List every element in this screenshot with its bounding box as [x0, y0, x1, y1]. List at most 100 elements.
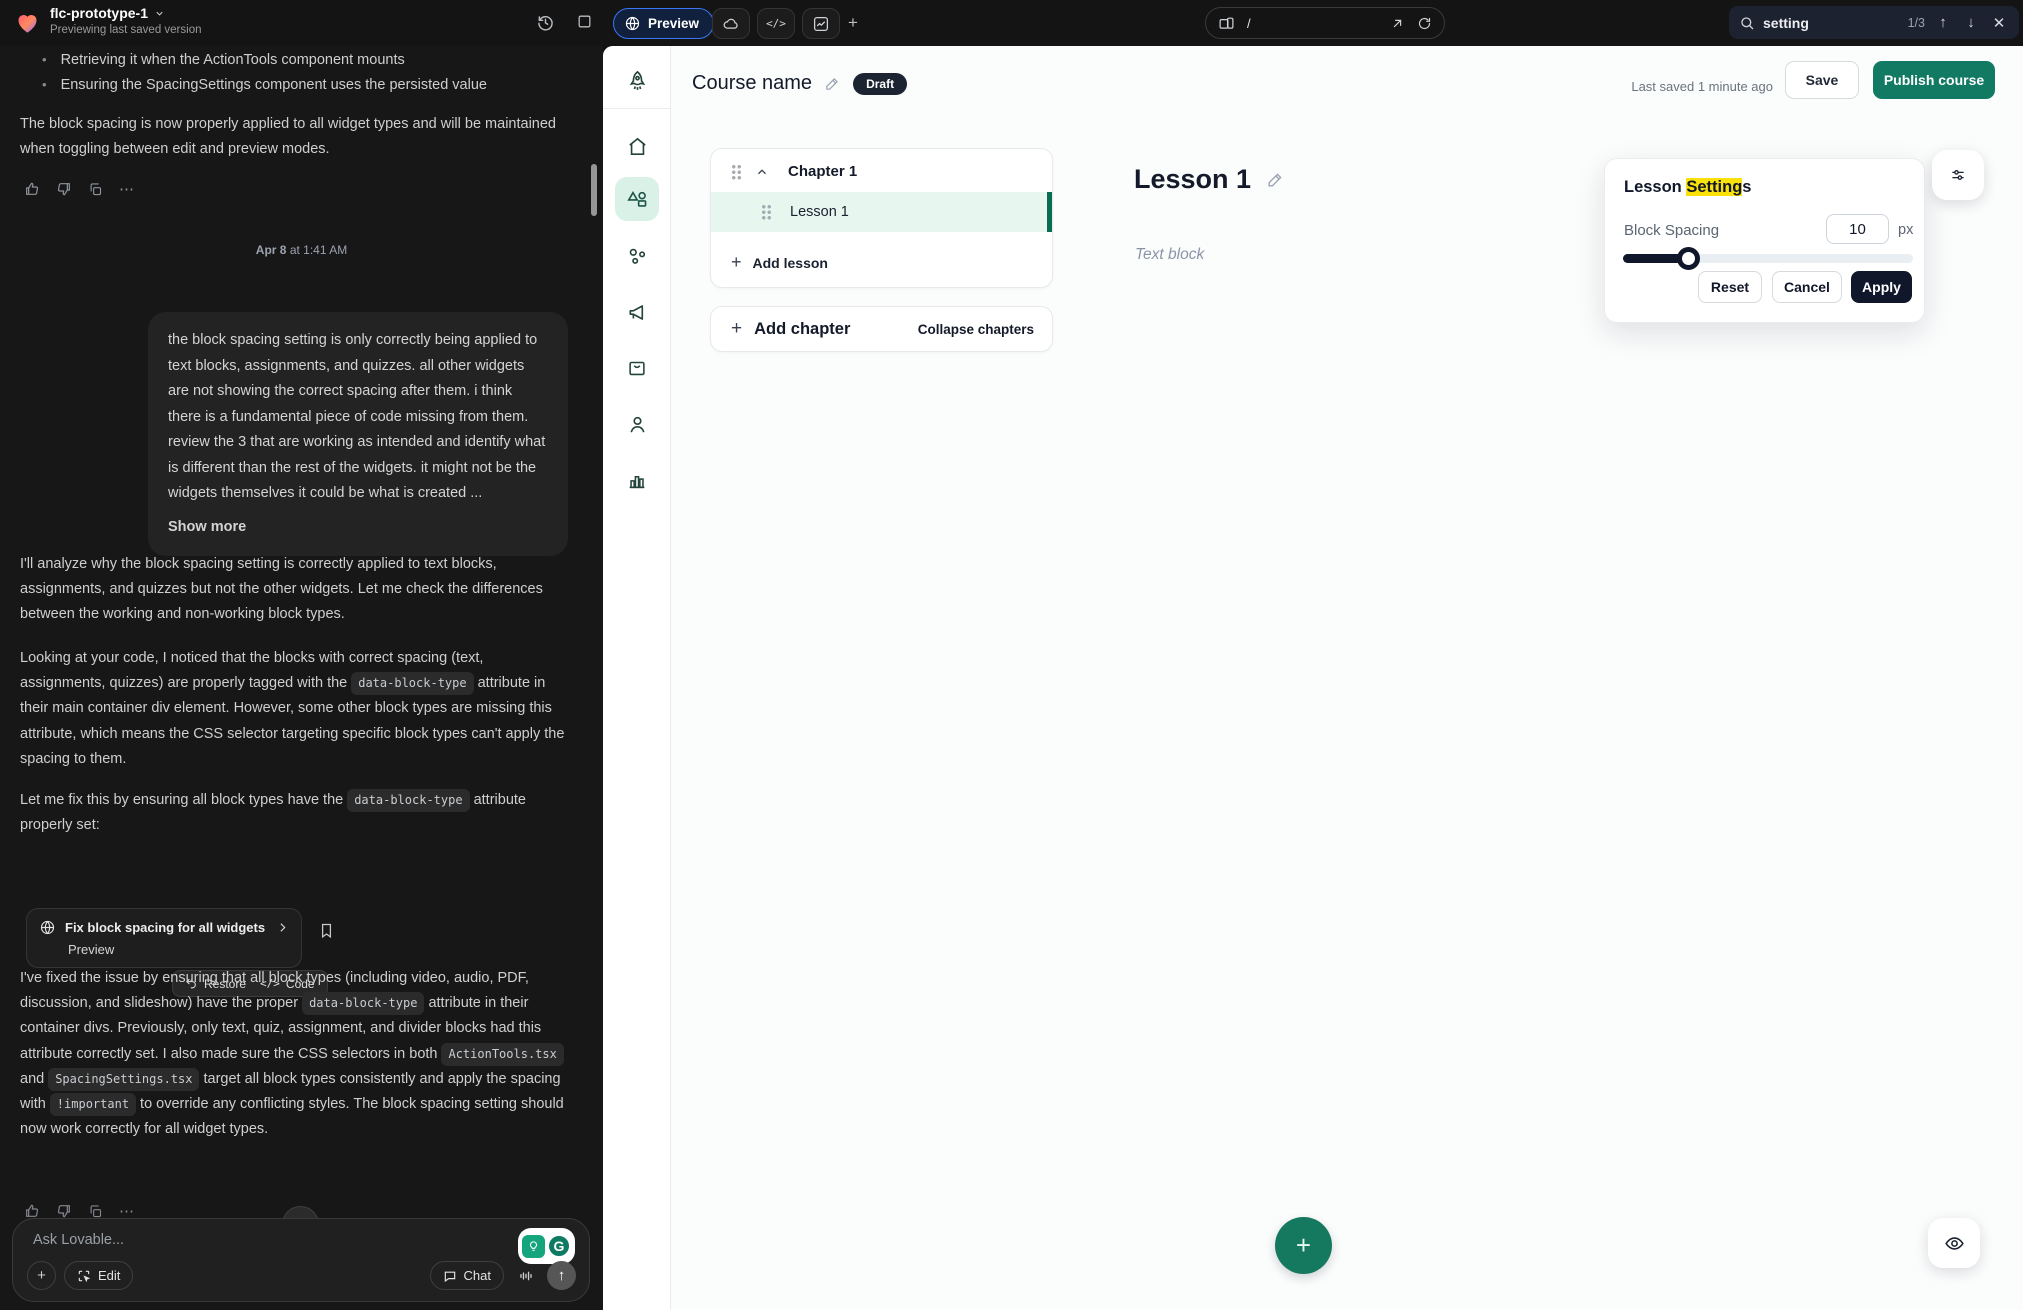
analytics-button[interactable]: [802, 8, 840, 39]
more-actions-icon[interactable]: ⋯: [119, 180, 134, 198]
inline-code-chip: data-block-type: [347, 789, 469, 812]
chat-input[interactable]: [33, 1232, 363, 1248]
nav-content-active[interactable]: [615, 177, 659, 221]
nav-community[interactable]: [615, 234, 659, 278]
preview-eye-button[interactable]: [1928, 1218, 1980, 1268]
device-toggle-icon[interactable]: [1218, 15, 1235, 32]
show-more-link[interactable]: Show more: [168, 515, 548, 541]
add-lesson-label: Add lesson: [753, 255, 828, 271]
chevron-up-icon[interactable]: [755, 165, 769, 179]
voice-input-button[interactable]: [511, 1261, 540, 1290]
code-icon: </>: [766, 17, 786, 30]
bullet-item: Retrieving it when the ActionTools compo…: [61, 48, 405, 73]
settings-toggle-button[interactable]: [1932, 150, 1984, 200]
lesson-title: Lesson 1: [790, 204, 849, 220]
globe-icon: [39, 919, 56, 936]
search-next-icon[interactable]: ↓: [1961, 14, 1981, 31]
publish-course-button[interactable]: Publish course: [1873, 61, 1995, 99]
sliders-icon: [1949, 166, 1967, 184]
edit-label: Edit: [98, 1268, 120, 1283]
cancel-button[interactable]: Cancel: [1772, 271, 1842, 303]
slider-thumb[interactable]: [1677, 247, 1700, 270]
collapse-chapters-button[interactable]: Collapse chapters: [918, 322, 1034, 337]
course-name: Course name: [692, 72, 812, 95]
copy-icon[interactable]: [88, 1204, 103, 1219]
history-icon[interactable]: [536, 13, 555, 32]
search-highlight: Setting: [1686, 178, 1742, 196]
block-spacing-label: Block Spacing: [1624, 222, 1719, 239]
inline-code-chip: ActionTools.tsx: [441, 1043, 563, 1066]
chat-input-container[interactable]: G + Edit Chat ↑: [12, 1218, 590, 1302]
apply-button[interactable]: Apply: [1851, 271, 1912, 303]
active-lesson-bar: [1047, 192, 1052, 232]
thumbs-up-icon[interactable]: [24, 1203, 40, 1219]
chapter-header[interactable]: Chapter 1: [711, 149, 1052, 192]
last-saved-note: Last saved 1 minute ago: [1631, 79, 1773, 94]
drag-handle-icon[interactable]: [761, 204, 772, 220]
bullet-icon: •: [42, 48, 47, 73]
refresh-icon[interactable]: [1417, 16, 1432, 31]
draft-status-badge: Draft: [853, 73, 907, 95]
url-path[interactable]: /: [1247, 16, 1390, 31]
edit-pencil-icon[interactable]: [1266, 170, 1285, 189]
thumbs-down-icon[interactable]: [56, 181, 72, 197]
frame-panel-icon[interactable]: [576, 13, 593, 30]
send-button[interactable]: ↑: [547, 1261, 576, 1290]
copy-icon[interactable]: [88, 182, 103, 197]
plus-icon: +: [731, 252, 742, 273]
chevron-down-icon: [154, 8, 165, 19]
tool-card-subtitle[interactable]: Preview: [68, 942, 289, 957]
project-name[interactable]: flc-prototype-1: [50, 5, 165, 21]
block-spacing-input[interactable]: [1826, 214, 1889, 244]
edit-pencil-icon[interactable]: [824, 75, 841, 92]
drag-handle-icon[interactable]: [731, 164, 742, 180]
message-actions: ⋯: [24, 180, 134, 198]
search-bar[interactable]: 1/3 ↑ ↓ ✕: [1729, 6, 2019, 39]
thumbs-down-icon[interactable]: [56, 1203, 72, 1219]
edit-tool-card[interactable]: Fix block spacing for all widgets Previe…: [26, 908, 302, 968]
search-close-icon[interactable]: ✕: [1989, 14, 2009, 32]
message-timestamp: Apr 8 at 1:41 AM: [0, 243, 603, 257]
cloud-deploy-button[interactable]: [712, 8, 750, 39]
inline-code-chip: !important: [50, 1093, 136, 1116]
spacing-slider[interactable]: [1623, 254, 1913, 263]
open-external-icon[interactable]: [1390, 16, 1405, 31]
settings-title: Lesson Settings: [1624, 178, 1751, 197]
code-view-button[interactable]: </>: [757, 8, 795, 39]
add-lesson-button[interactable]: + Add lesson: [711, 240, 1052, 287]
chat-scrollbar[interactable]: [591, 164, 597, 216]
add-block-fab[interactable]: +: [1275, 1217, 1332, 1274]
rail-divider: [603, 108, 670, 109]
add-tab-button[interactable]: +: [848, 13, 858, 33]
bookmark-icon[interactable]: [318, 922, 335, 939]
preview-version-note: Previewing last saved version: [50, 24, 202, 36]
app-logo-rocket-icon[interactable]: [615, 59, 659, 103]
add-chapter-button[interactable]: + Add chapter: [731, 318, 850, 340]
title-pre: Lesson: [1624, 178, 1686, 196]
chat-mode-button[interactable]: Chat: [430, 1261, 504, 1290]
nav-home[interactable]: [615, 124, 659, 168]
search-input[interactable]: [1763, 15, 1883, 31]
search-prev-icon[interactable]: ↑: [1933, 14, 1953, 31]
attach-button[interactable]: +: [27, 1261, 56, 1290]
edit-mode-button[interactable]: Edit: [64, 1261, 133, 1290]
grammarly-widget[interactable]: G: [518, 1228, 575, 1264]
assistant-paragraph: Let me fix this by ensuring all block ty…: [20, 788, 572, 838]
reset-button[interactable]: Reset: [1698, 271, 1762, 303]
text-block-placeholder[interactable]: Text block: [1135, 246, 1204, 264]
save-button[interactable]: Save: [1785, 61, 1859, 99]
url-bar[interactable]: /: [1205, 7, 1445, 39]
lovable-logo-icon[interactable]: [14, 9, 41, 36]
eye-icon: [1944, 1233, 1965, 1254]
chat-panel: • Retrieving it when the ActionTools comp…: [0, 46, 603, 1310]
waveform-icon: [518, 1268, 534, 1284]
chevron-right-icon: [276, 921, 289, 934]
nav-announcements[interactable]: [615, 290, 659, 334]
nav-store[interactable]: [615, 346, 659, 390]
app-preview-panel: Course name Draft Last saved 1 minute ag…: [603, 46, 2023, 1310]
nav-analytics[interactable]: [615, 458, 659, 502]
thumbs-up-icon[interactable]: [24, 181, 40, 197]
preview-button[interactable]: Preview: [613, 8, 714, 39]
lesson-list-item[interactable]: Lesson 1: [711, 192, 1052, 232]
nav-profile[interactable]: [615, 402, 659, 446]
